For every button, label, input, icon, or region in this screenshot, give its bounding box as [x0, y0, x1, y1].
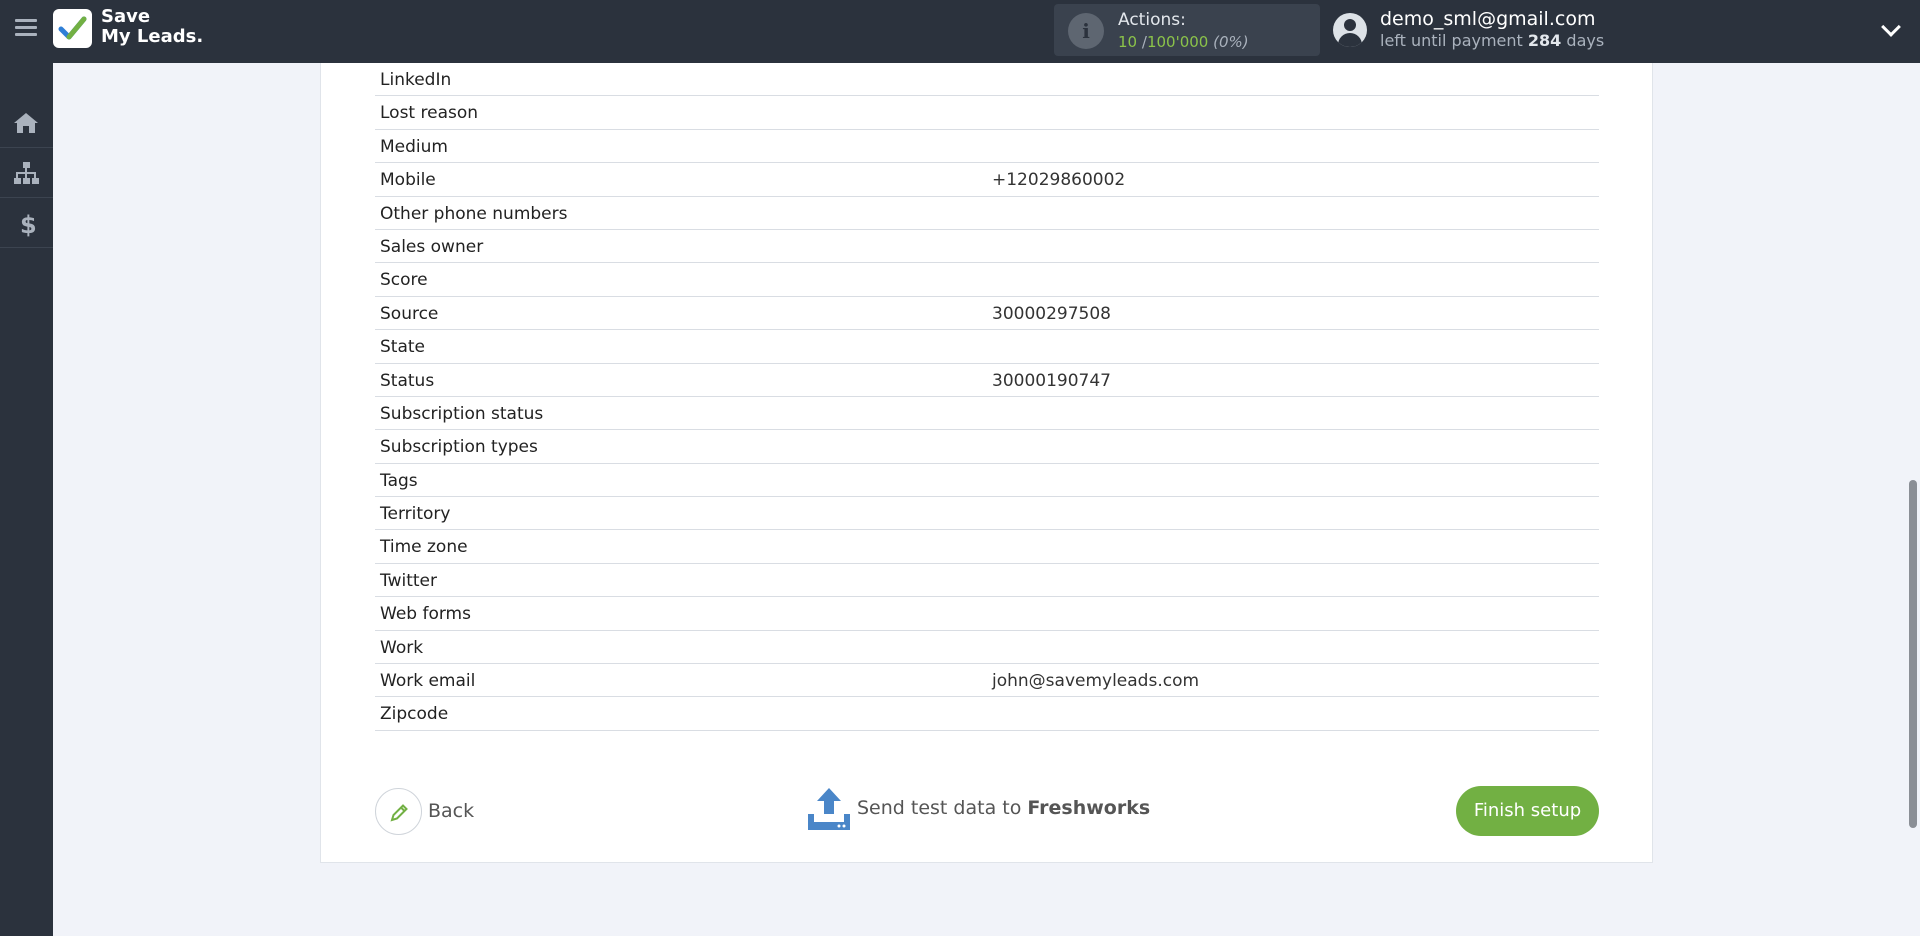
- table-row: Status 30000190747: [375, 364, 1599, 397]
- field-name: Work: [380, 637, 424, 658]
- field-value: +12029860002: [992, 170, 1126, 191]
- payment-info: left until payment 284 days: [1380, 31, 1604, 50]
- actions-used: 10: [1118, 33, 1138, 51]
- sidebar-item-billing[interactable]: $: [0, 198, 53, 248]
- field-value: john@savemyleads.com: [992, 671, 1200, 692]
- home-icon: [14, 113, 38, 133]
- logo-icon[interactable]: [53, 9, 92, 48]
- back-button[interactable]: [375, 788, 422, 835]
- info-icon: i: [1068, 13, 1104, 49]
- logo-text[interactable]: Save My Leads.: [101, 7, 203, 47]
- field-name: Sales owner: [380, 236, 484, 257]
- actions-panel: i Actions: 10 /100'000 (0%): [1054, 4, 1320, 56]
- sidebar: $: [0, 63, 53, 936]
- field-value: 30000297508: [992, 303, 1111, 324]
- svg-text:$: $: [20, 211, 37, 237]
- upload-tray-icon[interactable]: [806, 786, 852, 836]
- field-name: Twitter: [380, 570, 437, 591]
- finish-setup-button[interactable]: Finish setup: [1456, 786, 1599, 836]
- send-test-data[interactable]: Send test data to Freshworks: [857, 797, 1150, 819]
- field-name: State: [380, 337, 425, 358]
- table-row: Subscription status: [375, 397, 1599, 431]
- dollar-icon: $: [20, 211, 37, 237]
- send-prefix: Send test data to: [857, 797, 1022, 819]
- sidebar-item-home[interactable]: [0, 98, 53, 148]
- hamburger-icon[interactable]: [15, 19, 37, 37]
- top-bar: Save My Leads. i Actions: 10 /100'000 (0…: [0, 0, 1920, 63]
- table-row: Sales owner: [375, 230, 1599, 264]
- field-name: Medium: [380, 136, 448, 157]
- field-name: Status: [380, 370, 435, 391]
- actions-percent: (0%): [1213, 33, 1249, 51]
- send-target: Freshworks: [1027, 797, 1151, 819]
- table-row: State: [375, 330, 1599, 364]
- table-row: Territory: [375, 497, 1599, 531]
- table-row: Mobile +12029860002: [375, 163, 1599, 197]
- table-row: Work email john@savemyleads.com: [375, 664, 1599, 698]
- field-name: Subscription status: [380, 403, 544, 424]
- field-name: Web forms: [380, 604, 471, 625]
- field-name: Subscription types: [380, 437, 538, 458]
- field-name: Mobile: [380, 170, 436, 191]
- actions-count: 10 /100'000 (0%): [1118, 33, 1249, 51]
- field-name: Other phone numbers: [380, 203, 568, 224]
- actions-limit: 100'000: [1146, 33, 1209, 51]
- table-row: LinkedIn: [375, 63, 1599, 97]
- field-name: Source: [380, 303, 439, 324]
- table-row: Web forms: [375, 597, 1599, 631]
- table-row: Score: [375, 263, 1599, 297]
- field-name: Tags: [380, 470, 418, 491]
- fields-table: LinkedIn Lost reason Medium Mobile +12029860…: [375, 63, 1599, 731]
- actions-label: Actions:: [1118, 10, 1186, 30]
- user-circle-icon[interactable]: [1333, 13, 1367, 47]
- table-row: Medium: [375, 130, 1599, 164]
- payment-prefix: left until payment: [1380, 31, 1523, 50]
- sidebar-item-connections[interactable]: [0, 148, 53, 198]
- field-name: LinkedIn: [380, 70, 452, 90]
- table-row: Twitter: [375, 564, 1599, 598]
- table-row: Tags: [375, 464, 1599, 498]
- field-value: 30000190747: [992, 370, 1111, 391]
- table-row: Subscription types: [375, 430, 1599, 464]
- logo-line-1: Save: [101, 6, 151, 27]
- table-row: Source 30000297508: [375, 297, 1599, 331]
- field-name: Territory: [380, 504, 451, 525]
- back-label[interactable]: Back: [428, 800, 474, 822]
- field-name: Lost reason: [380, 103, 479, 124]
- payment-days: 284: [1527, 31, 1562, 50]
- chevron-down-icon[interactable]: [1881, 17, 1901, 37]
- payment-suffix: days: [1566, 31, 1605, 50]
- sitemap-icon: [14, 162, 39, 184]
- pencil-icon: [390, 804, 408, 822]
- field-name: Zipcode: [380, 704, 449, 725]
- table-row: Work: [375, 631, 1599, 665]
- user-email[interactable]: demo_sml@gmail.com: [1380, 8, 1595, 30]
- logo-line-2: My Leads.: [101, 26, 204, 47]
- field-name: Score: [380, 270, 428, 291]
- scrollbar-thumb[interactable]: [1909, 480, 1917, 828]
- table-row: Time zone: [375, 530, 1599, 564]
- field-name: Work email: [380, 671, 476, 692]
- table-row: Zipcode: [375, 697, 1599, 731]
- field-name: Time zone: [380, 537, 468, 558]
- table-row: Lost reason: [375, 96, 1599, 130]
- table-row: Other phone numbers: [375, 197, 1599, 230]
